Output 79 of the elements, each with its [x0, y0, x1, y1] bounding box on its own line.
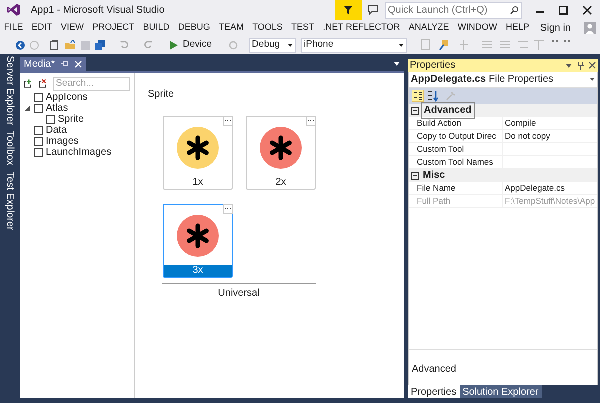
checkbox[interactable]	[46, 115, 55, 124]
image-card[interactable]: 3x	[163, 204, 233, 278]
more-icon[interactable]	[223, 116, 233, 126]
side-tab[interactable]: Test Explorer	[0, 172, 20, 230]
filter-icon	[344, 6, 353, 14]
property-name: Build Action	[409, 117, 503, 129]
checkbox[interactable]	[34, 93, 43, 102]
property-name: Full Path	[409, 195, 503, 207]
close-icon[interactable]	[583, 6, 592, 14]
play-icon[interactable]	[170, 40, 178, 50]
menu-item[interactable]: BUILD	[138, 21, 174, 35]
side-tab[interactable]: Toolbox	[0, 131, 20, 166]
image-card[interactable]: 1x	[163, 116, 233, 190]
menu-item[interactable]: .NET REFLECTOR	[318, 21, 405, 35]
menu-item[interactable]: VIEW	[56, 21, 88, 35]
sprite-title: Sprite	[148, 88, 174, 102]
open-folder-icon[interactable]	[65, 40, 76, 50]
description-text: Advanced	[412, 364, 456, 375]
pin-icon[interactable]	[578, 62, 584, 70]
category-header[interactable]: Misc	[421, 168, 448, 183]
more-icon[interactable]	[306, 116, 316, 126]
close-icon[interactable]	[589, 62, 596, 69]
property-value[interactable]: AppDelegate.cs	[503, 182, 566, 194]
property-name: Custom Tool	[409, 143, 503, 155]
checkbox[interactable]	[34, 104, 43, 113]
notifications-button[interactable]	[335, 0, 362, 20]
collapse-icon[interactable]	[411, 172, 419, 180]
checkbox[interactable]	[34, 126, 43, 135]
new-project-icon[interactable]	[50, 40, 60, 50]
app-logo-icon	[7, 3, 21, 17]
property-name: File Name	[409, 182, 503, 194]
category-header[interactable]: Advanced	[421, 102, 475, 119]
caret-icon	[590, 78, 595, 81]
menu-item[interactable]: PROJECT	[88, 21, 139, 35]
menu-item[interactable]: ANALYZE	[404, 21, 454, 35]
sort-alphabetical-icon[interactable]	[427, 90, 439, 102]
remove-icon[interactable]	[38, 79, 47, 89]
menu-item[interactable]: WINDOW	[454, 21, 502, 35]
checkbox[interactable]	[34, 137, 43, 146]
side-tab[interactable]: Server Explorer	[0, 56, 20, 126]
platform-dropdown[interactable]: iPhone	[301, 38, 408, 52]
menu-item[interactable]: TEST	[287, 21, 319, 35]
menu-item[interactable]: TOOLS	[248, 21, 288, 35]
search-field[interactable]: Search...	[53, 77, 130, 91]
menu-item[interactable]: FILE	[0, 21, 28, 35]
categorized-icon[interactable]	[412, 90, 424, 102]
property-value[interactable]: Do not copy	[503, 130, 550, 142]
menu-item[interactable]: EDIT	[28, 21, 57, 35]
panel-tab[interactable]: Properties	[408, 385, 460, 398]
caret-icon	[399, 44, 404, 46]
expand-arrow-icon[interactable]	[25, 106, 30, 111]
panel-tab[interactable]: Solution Explorer	[460, 385, 542, 398]
dropdown-icon[interactable]	[394, 62, 400, 66]
back-icon[interactable]	[16, 40, 25, 50]
document-tab-title: Media*	[24, 58, 56, 72]
window-title: App1 - Microsoft Visual Studio	[31, 4, 165, 18]
image-card[interactable]: 2x	[246, 116, 316, 190]
run-target-button[interactable]: Device	[183, 38, 212, 52]
more-icon[interactable]	[223, 204, 233, 214]
save-all-icon[interactable]	[95, 40, 105, 50]
quick-launch-field[interactable]: Quick Launch (Ctrl+Q)	[385, 2, 522, 18]
checkbox[interactable]	[34, 148, 43, 157]
panel-title: Properties	[410, 59, 456, 73]
add-icon[interactable]	[24, 79, 32, 89]
property-name: Custom Tool Names	[409, 156, 503, 168]
property-name: Copy to Output Direc	[409, 130, 503, 142]
configuration-dropdown[interactable]: Debug	[249, 38, 296, 52]
maximize-icon[interactable]	[559, 6, 568, 14]
caret-icon	[288, 44, 294, 46]
menu-item[interactable]: DEBUG	[174, 21, 215, 35]
property-value[interactable]: Compile	[503, 117, 536, 129]
search-icon[interactable]	[510, 6, 519, 14]
menu-item[interactable]: HELP	[502, 21, 534, 35]
dropdown-icon[interactable]	[566, 64, 572, 68]
menu-item[interactable]: TEAM	[214, 21, 248, 35]
feedback-icon[interactable]	[368, 5, 379, 15]
group-label: Universal	[218, 287, 260, 301]
collapse-icon[interactable]	[411, 106, 419, 114]
sign-in-link[interactable]: Sign in	[540, 20, 571, 36]
